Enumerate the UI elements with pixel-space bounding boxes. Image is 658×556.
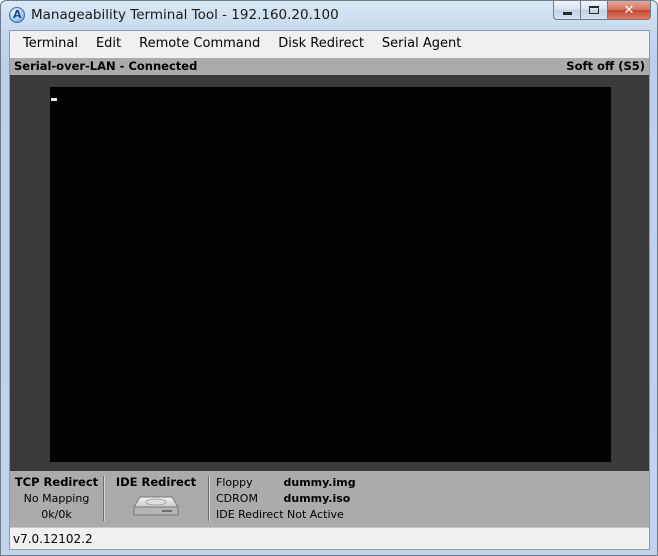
- ide-status-row: IDE Redirect Not Active: [216, 508, 344, 521]
- ide-redirect-title: IDE Redirect: [115, 475, 197, 489]
- cdrom-row: CDROM dummy.iso: [216, 492, 350, 505]
- app-logo-icon[interactable]: A: [9, 7, 25, 23]
- client-area: Terminal Edit Remote Command Disk Redire…: [9, 30, 650, 550]
- terminal-screen[interactable]: [50, 87, 611, 462]
- close-icon: ✕: [623, 2, 635, 17]
- maximize-icon: [589, 6, 599, 14]
- redirect-panel: TCP Redirect No Mapping 0k/0k IDE Redire…: [10, 471, 649, 527]
- tcp-rate: 0k/0k: [41, 508, 72, 521]
- tcp-redirect-section[interactable]: TCP Redirect No Mapping 0k/0k: [10, 471, 103, 527]
- footer-bar: v7.0.12102.2: [10, 527, 649, 549]
- menu-terminal[interactable]: Terminal: [14, 33, 87, 55]
- floppy-label: Floppy: [216, 476, 253, 489]
- cdrom-label: CDROM: [216, 492, 258, 505]
- app-logo-letter: A: [13, 8, 22, 21]
- minimize-icon: [562, 11, 572, 15]
- tcp-redirect-title: TCP Redirect: [14, 475, 99, 489]
- floppy-row: Floppy dummy.img: [216, 476, 356, 489]
- menu-disk-redirect[interactable]: Disk Redirect: [269, 33, 373, 55]
- disk-drive-icon: [132, 493, 180, 519]
- terminal-frame: [10, 75, 649, 471]
- connection-status-bar: Serial-over-LAN - Connected Soft off (S5…: [10, 58, 649, 75]
- version-label: v7.0.12102.2: [13, 532, 93, 546]
- ide-status-value: Not Active: [287, 508, 344, 521]
- title-bar[interactable]: A Manageability Terminal Tool - 192.160.…: [1, 1, 657, 29]
- menu-bar: Terminal Edit Remote Command Disk Redire…: [10, 31, 649, 57]
- close-button[interactable]: ✕: [607, 1, 651, 20]
- connection-status: Serial-over-LAN - Connected: [14, 59, 198, 73]
- cdrom-value: dummy.iso: [283, 492, 351, 505]
- floppy-value: dummy.img: [283, 476, 356, 489]
- maximize-button[interactable]: [580, 1, 607, 20]
- power-state: Soft off (S5): [566, 59, 645, 73]
- minimize-button[interactable]: [553, 1, 580, 20]
- caption-buttons: ✕: [553, 1, 651, 21]
- window-title: Manageability Terminal Tool - 192.160.20…: [31, 7, 339, 23]
- app-window: A Manageability Terminal Tool - 192.160.…: [0, 0, 658, 556]
- tcp-mapping: No Mapping: [23, 492, 90, 505]
- terminal-cursor: [51, 98, 57, 101]
- ide-redirect-section[interactable]: IDE Redirect: [104, 471, 208, 527]
- menu-remote-command[interactable]: Remote Command: [130, 33, 269, 55]
- menu-serial-agent[interactable]: Serial Agent: [373, 33, 470, 55]
- menu-edit[interactable]: Edit: [87, 33, 130, 55]
- ide-status-label: IDE Redirect: [216, 508, 284, 521]
- redirect-info: Floppy dummy.img CDROM dummy.iso IDE Red…: [210, 471, 410, 527]
